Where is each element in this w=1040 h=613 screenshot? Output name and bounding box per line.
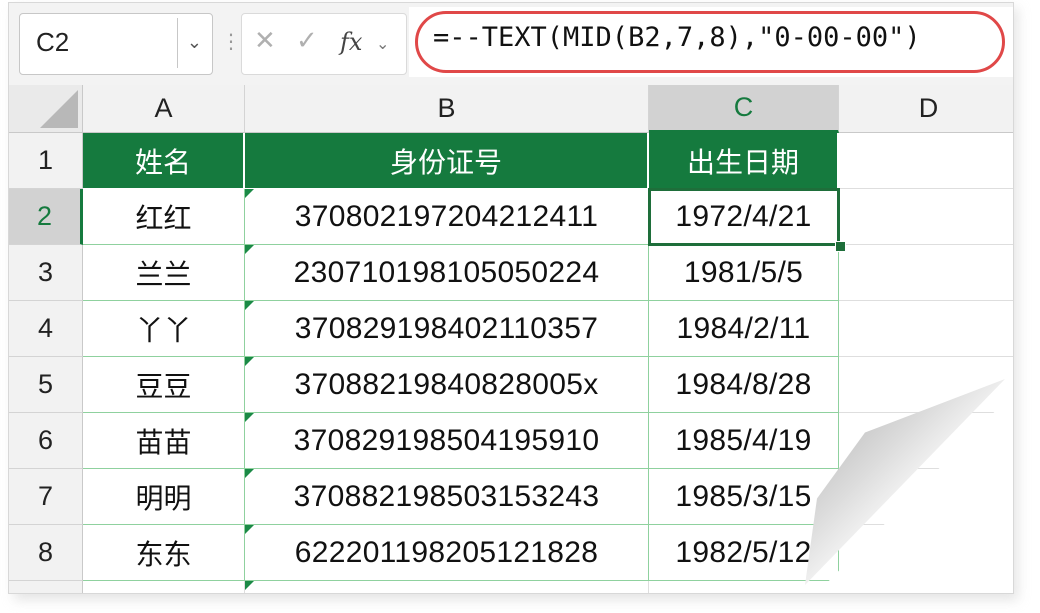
fill-handle[interactable] bbox=[835, 241, 846, 252]
chevron-down-icon[interactable]: ⌄ bbox=[187, 32, 202, 53]
row-header-4[interactable]: 4 bbox=[9, 301, 83, 357]
cell-b5[interactable]: 37088219840828005x bbox=[245, 357, 649, 413]
spreadsheet-window: C2 ⌄ ⋮ ✕ ✓ fx ⌄ =--TEXT(MID(B2,7,8),"0-0… bbox=[8, 2, 1014, 594]
row-header-3[interactable]: 3 bbox=[9, 245, 83, 301]
row-header-7[interactable]: 7 bbox=[9, 469, 83, 525]
column-header-a[interactable]: A bbox=[83, 85, 245, 133]
active-cell-outline bbox=[648, 188, 840, 246]
cell-c6[interactable]: 1985/4/19 bbox=[649, 413, 839, 469]
column-header-c[interactable]: C bbox=[649, 85, 839, 133]
name-box-divider bbox=[177, 18, 178, 68]
formula-buttons: ✕ ✓ fx ⌄ bbox=[241, 13, 407, 75]
select-all-corner[interactable] bbox=[9, 85, 83, 133]
cell-a8[interactable]: 东东 bbox=[83, 525, 245, 581]
error-indicator-icon bbox=[245, 245, 254, 254]
cell-a4[interactable]: 丫丫 bbox=[83, 301, 245, 357]
cell-b7[interactable]: 370882198503153243 bbox=[245, 469, 649, 525]
cell-b9[interactable] bbox=[245, 581, 649, 593]
cell-b7-text: 370882198503153243 bbox=[293, 479, 600, 513]
error-indicator-icon bbox=[245, 525, 254, 534]
column-header-b[interactable]: B bbox=[245, 85, 649, 133]
cell-b8-text: 622201198205121828 bbox=[294, 535, 599, 569]
header-cell-name[interactable]: 姓名 bbox=[83, 133, 245, 189]
insert-function-icon[interactable]: fx bbox=[340, 28, 362, 56]
drag-handle-icon[interactable]: ⋮ bbox=[221, 29, 241, 53]
cell-b3-text: 230710198105050224 bbox=[293, 255, 600, 289]
chevron-down-icon[interactable]: ⌄ bbox=[376, 34, 389, 53]
name-box-value: C2 bbox=[36, 27, 70, 57]
header-cell-birthdate[interactable]: 出生日期 bbox=[649, 133, 839, 189]
row-header-9[interactable] bbox=[9, 581, 83, 593]
cell-a3[interactable]: 兰兰 bbox=[83, 245, 245, 301]
cell-a6[interactable]: 苗苗 bbox=[83, 413, 245, 469]
cell-a5[interactable]: 豆豆 bbox=[83, 357, 245, 413]
cell-d1[interactable] bbox=[839, 133, 1013, 189]
cell-b6-text: 370829198504195910 bbox=[293, 423, 600, 457]
cell-c7[interactable]: 1985/3/15 bbox=[649, 469, 839, 525]
cell-a9[interactable] bbox=[83, 581, 245, 593]
error-indicator-icon bbox=[245, 189, 254, 198]
cell-b5-text: 37088219840828005x bbox=[294, 367, 599, 401]
cell-b8[interactable]: 622201198205121828 bbox=[245, 525, 649, 581]
cell-c4[interactable]: 1984/2/11 bbox=[649, 301, 839, 357]
cell-b3[interactable]: 230710198105050224 bbox=[245, 245, 649, 301]
cell-d2[interactable] bbox=[839, 189, 1013, 245]
error-indicator-icon bbox=[245, 413, 254, 422]
cell-c5[interactable]: 1984/8/28 bbox=[649, 357, 839, 413]
name-box[interactable]: C2 ⌄ bbox=[19, 13, 213, 75]
column-header-d[interactable]: D bbox=[839, 85, 1013, 133]
error-indicator-icon bbox=[245, 581, 254, 590]
cell-c9[interactable] bbox=[649, 581, 839, 593]
cell-b2[interactable]: 370802197204212411 bbox=[245, 189, 649, 245]
row-header-8[interactable]: 8 bbox=[9, 525, 83, 581]
error-indicator-icon bbox=[245, 469, 254, 478]
cell-b4-text: 370829198402110357 bbox=[294, 311, 599, 345]
formula-input[interactable]: =--TEXT(MID(B2,7,8),"0-00-00") bbox=[409, 7, 1013, 77]
header-cell-id[interactable]: 身份证号 bbox=[245, 133, 649, 189]
cell-d3[interactable] bbox=[839, 245, 1013, 301]
check-icon[interactable]: ✓ bbox=[296, 26, 318, 56]
close-icon[interactable]: ✕ bbox=[254, 26, 276, 56]
row-header-1[interactable]: 1 bbox=[9, 133, 83, 189]
formula-text: =--TEXT(MID(B2,7,8),"0-00-00") bbox=[433, 22, 921, 53]
error-indicator-icon bbox=[245, 301, 254, 310]
error-indicator-icon bbox=[245, 357, 254, 366]
cell-b4[interactable]: 370829198402110357 bbox=[245, 301, 649, 357]
formula-bar-area: C2 ⌄ ⋮ ✕ ✓ fx ⌄ =--TEXT(MID(B2,7,8),"0-0… bbox=[9, 3, 1013, 85]
cell-d4[interactable] bbox=[839, 301, 1013, 357]
cell-a2[interactable]: 红红 bbox=[83, 189, 245, 245]
row-header-5[interactable]: 5 bbox=[9, 357, 83, 413]
row-header-2[interactable]: 2 bbox=[9, 189, 83, 245]
cell-c3[interactable]: 1981/5/5 bbox=[649, 245, 839, 301]
cell-d5[interactable] bbox=[839, 357, 1013, 413]
cell-a7[interactable]: 明明 bbox=[83, 469, 245, 525]
row-header-6[interactable]: 6 bbox=[9, 413, 83, 469]
select-all-triangle-icon bbox=[40, 90, 78, 128]
cell-b2-text: 370802197204212411 bbox=[294, 199, 599, 233]
cell-b6[interactable]: 370829198504195910 bbox=[245, 413, 649, 469]
